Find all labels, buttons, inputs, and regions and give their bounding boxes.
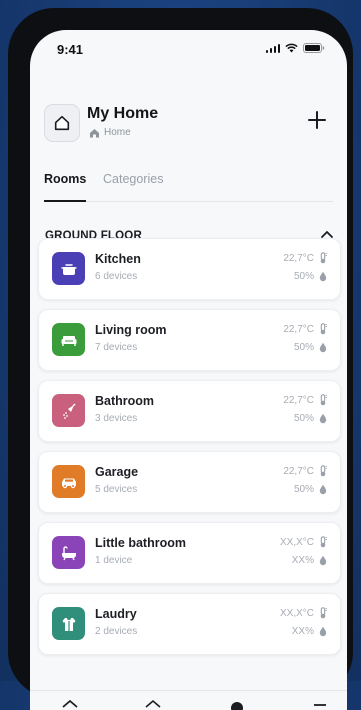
thermometer-icon bbox=[320, 252, 327, 264]
home-small-icon bbox=[90, 128, 99, 137]
droplet-icon bbox=[319, 555, 327, 566]
page-subtitle: Home bbox=[89, 127, 131, 138]
nav-profile-icon[interactable] bbox=[228, 699, 246, 710]
add-button[interactable] bbox=[305, 108, 329, 132]
thermometer-icon bbox=[320, 465, 327, 477]
car-icon bbox=[60, 473, 78, 491]
tab-rooms[interactable]: Rooms bbox=[44, 172, 86, 186]
nav-home-icon[interactable] bbox=[61, 699, 79, 710]
room-icon-tile bbox=[52, 607, 85, 640]
header: My Home Home bbox=[44, 82, 333, 142]
room-card[interactable]: Kitchen 6 devices 22,7°C 50% bbox=[38, 238, 341, 300]
room-name: Kitchen bbox=[95, 252, 141, 266]
tab-bar: Rooms Categories bbox=[44, 165, 333, 202]
room-card[interactable]: Bathroom 3 devices 22,7°C 50% bbox=[38, 380, 341, 442]
humidity-value: 50% bbox=[293, 413, 314, 424]
nav-menu-icon[interactable] bbox=[311, 699, 329, 710]
humidity-value: 50% bbox=[293, 484, 314, 495]
room-device-count: 2 devices bbox=[95, 626, 138, 637]
room-humidity: 50% bbox=[294, 271, 327, 282]
room-humidity: 50% bbox=[294, 342, 327, 353]
room-name: Garage bbox=[95, 465, 139, 479]
droplet-icon bbox=[319, 342, 327, 353]
room-temperature: 22,7°C bbox=[283, 252, 327, 264]
room-icon-tile bbox=[52, 394, 85, 427]
room-card[interactable]: Little bathroom 1 device XX,X°C XX% bbox=[38, 522, 341, 584]
room-card[interactable]: Garage 5 devices 22,7°C 50% bbox=[38, 451, 341, 513]
droplet-icon bbox=[319, 413, 327, 424]
room-humidity: 50% bbox=[294, 484, 327, 495]
room-temperature: XX,X°C bbox=[280, 607, 327, 619]
battery-icon bbox=[303, 43, 325, 53]
home-avatar-button[interactable] bbox=[44, 104, 80, 142]
pot-icon bbox=[60, 260, 78, 278]
signal-icon bbox=[265, 43, 280, 53]
room-device-count: 7 devices bbox=[95, 342, 138, 353]
temperature-value: 22,7°C bbox=[283, 323, 314, 335]
app-screen: 9:41 My Home Home Rooms Categories GROUN… bbox=[30, 30, 347, 710]
room-name: Laudry bbox=[95, 607, 137, 621]
room-humidity: XX% bbox=[292, 555, 327, 566]
room-device-count: 3 devices bbox=[95, 413, 138, 424]
tab-categories[interactable]: Categories bbox=[103, 172, 163, 186]
status-icons bbox=[265, 43, 326, 53]
droplet-icon bbox=[319, 484, 327, 495]
house-icon bbox=[54, 115, 70, 131]
temperature-value: XX,X°C bbox=[279, 536, 314, 548]
room-icon-tile bbox=[52, 252, 85, 285]
room-icon-tile bbox=[52, 465, 85, 498]
page-title: My Home bbox=[87, 105, 159, 122]
temperature-value: 22,7°C bbox=[283, 394, 314, 406]
humidity-value: XX% bbox=[291, 555, 314, 566]
room-humidity: XX% bbox=[292, 626, 327, 637]
room-card[interactable]: Living room 7 devices 22,7°C 50% bbox=[38, 309, 341, 371]
thermometer-icon bbox=[320, 536, 327, 548]
subtitle-label: Home bbox=[104, 127, 131, 138]
laundry-icon bbox=[60, 615, 78, 633]
room-humidity: 50% bbox=[294, 413, 327, 424]
temperature-value: 22,7°C bbox=[283, 465, 314, 477]
active-tab-indicator bbox=[44, 200, 86, 202]
room-name: Living room bbox=[95, 323, 167, 337]
status-time: 9:41 bbox=[57, 42, 84, 57]
droplet-icon bbox=[319, 271, 327, 282]
humidity-value: 50% bbox=[293, 342, 314, 353]
nav-devices-icon[interactable] bbox=[144, 699, 162, 710]
humidity-value: 50% bbox=[293, 271, 314, 282]
status-bar: 9:41 bbox=[30, 30, 347, 70]
room-device-count: 1 device bbox=[95, 555, 133, 566]
shower-icon bbox=[60, 402, 78, 420]
sofa-icon bbox=[60, 331, 78, 349]
phone-frame: 9:41 My Home Home Rooms Categories GROUN… bbox=[8, 8, 353, 710]
humidity-value: XX% bbox=[291, 626, 314, 637]
room-card[interactable]: Laudry 2 devices XX,X°C XX% bbox=[38, 593, 341, 655]
temperature-value: 22,7°C bbox=[283, 252, 314, 264]
room-device-count: 6 devices bbox=[95, 271, 138, 282]
thermometer-icon bbox=[320, 323, 327, 335]
room-icon-tile bbox=[52, 323, 85, 356]
room-temperature: 22,7°C bbox=[283, 394, 327, 406]
bathtub-icon bbox=[60, 544, 78, 562]
room-device-count: 5 devices bbox=[95, 484, 138, 495]
room-temperature: XX,X°C bbox=[280, 536, 327, 548]
room-name: Bathroom bbox=[95, 394, 155, 408]
room-temperature: 22,7°C bbox=[283, 465, 327, 477]
thermometer-icon bbox=[320, 607, 327, 619]
wifi-icon bbox=[285, 43, 298, 53]
temperature-value: XX,X°C bbox=[279, 607, 314, 619]
droplet-icon bbox=[319, 626, 327, 637]
thermometer-icon bbox=[320, 394, 327, 406]
room-temperature: 22,7°C bbox=[283, 323, 327, 335]
plus-icon bbox=[308, 111, 326, 129]
room-icon-tile bbox=[52, 536, 85, 569]
room-name: Little bathroom bbox=[95, 536, 186, 550]
bottom-nav bbox=[30, 690, 347, 710]
